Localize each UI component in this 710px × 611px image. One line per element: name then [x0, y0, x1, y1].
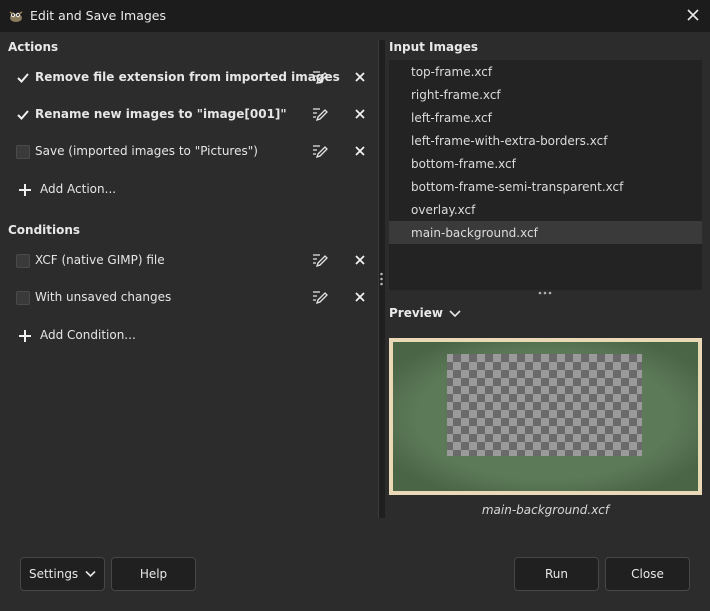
- preview-toggle[interactable]: Preview: [389, 306, 479, 324]
- action-row: Remove file extension from imported imag…: [8, 65, 378, 91]
- file-name: main-background.xcf: [411, 226, 538, 240]
- list-item[interactable]: overlay.xcf: [389, 198, 702, 221]
- file-name: bottom-frame-semi-transparent.xcf: [411, 180, 624, 194]
- input-images-heading: Input Images: [389, 40, 478, 54]
- close-button[interactable]: Close: [605, 557, 690, 591]
- condition-row: With unsaved changes: [8, 285, 378, 311]
- condition-label: With unsaved changes: [35, 290, 172, 304]
- file-name: top-frame.xcf: [411, 65, 493, 79]
- chevron-down-icon: [85, 570, 96, 578]
- checkbox-checked[interactable]: [16, 71, 30, 85]
- edit-icon[interactable]: [311, 251, 329, 269]
- titlebar: Edit and Save Images: [0, 0, 710, 32]
- checkbox-unchecked[interactable]: [16, 145, 30, 159]
- preview-image: [389, 338, 702, 495]
- settings-button[interactable]: Settings: [20, 557, 105, 591]
- input-images-list[interactable]: top-frame.xcf right-frame.xcf left-frame…: [389, 60, 702, 290]
- chevron-down-icon: [449, 310, 461, 318]
- list-item[interactable]: bottom-frame.xcf: [389, 152, 702, 175]
- list-item-selected[interactable]: main-background.xcf: [389, 221, 702, 244]
- action-row: Rename new images to "image[001]": [8, 102, 378, 128]
- file-name: overlay.xcf: [411, 203, 476, 217]
- edit-icon[interactable]: [311, 105, 329, 123]
- list-item[interactable]: left-frame-with-extra-borders.xcf: [389, 129, 702, 152]
- list-item[interactable]: left-frame.xcf: [389, 106, 702, 129]
- remove-icon[interactable]: [353, 70, 367, 84]
- gimp-app-icon: [9, 11, 23, 22]
- remove-icon[interactable]: [353, 290, 367, 304]
- edit-icon[interactable]: [311, 288, 329, 306]
- list-item[interactable]: bottom-frame-semi-transparent.xcf: [389, 175, 702, 198]
- file-name: right-frame.xcf: [411, 88, 501, 102]
- run-button[interactable]: Run: [514, 557, 599, 591]
- checkbox-unchecked[interactable]: [16, 254, 30, 268]
- action-label: Rename new images to "image[001]": [35, 107, 287, 121]
- file-name: left-frame.xcf: [411, 111, 492, 125]
- remove-icon[interactable]: [353, 144, 367, 158]
- action-label: Save (imported images to "Pictures"): [35, 144, 258, 158]
- help-label: Help: [139, 567, 168, 581]
- add-action-label: Add Action...: [40, 182, 117, 196]
- settings-label: Settings: [28, 567, 79, 581]
- help-button[interactable]: Help: [111, 557, 196, 591]
- checkbox-checked[interactable]: [16, 108, 30, 122]
- run-label: Run: [544, 567, 568, 581]
- list-item[interactable]: top-frame.xcf: [389, 60, 702, 83]
- remove-icon[interactable]: [353, 253, 367, 267]
- condition-row: XCF (native GIMP) file: [8, 248, 378, 274]
- edit-icon[interactable]: [311, 142, 329, 160]
- add-condition-label: Add Condition...: [40, 328, 136, 342]
- close-label: Close: [631, 567, 664, 581]
- action-row: Save (imported images to "Pictures"): [8, 139, 378, 165]
- action-label: Remove file extension from imported imag…: [35, 70, 340, 84]
- preview-caption: main-background.xcf: [481, 503, 610, 517]
- preview-heading: Preview: [389, 306, 444, 320]
- file-name: bottom-frame.xcf: [411, 157, 516, 171]
- edit-icon[interactable]: [311, 68, 329, 86]
- condition-label: XCF (native GIMP) file: [35, 253, 165, 267]
- grip-handle-icon[interactable]: [380, 272, 383, 286]
- grip-handle-icon[interactable]: [538, 291, 552, 295]
- conditions-heading: Conditions: [8, 223, 81, 237]
- close-icon[interactable]: [684, 6, 702, 24]
- list-item[interactable]: right-frame.xcf: [389, 83, 702, 106]
- checkbox-unchecked[interactable]: [16, 291, 30, 305]
- remove-icon[interactable]: [353, 107, 367, 121]
- window-title: Edit and Save Images: [30, 8, 166, 23]
- plus-icon: [19, 330, 31, 342]
- plus-icon: [19, 184, 31, 196]
- actions-heading: Actions: [8, 40, 59, 54]
- file-name: left-frame-with-extra-borders.xcf: [411, 134, 608, 148]
